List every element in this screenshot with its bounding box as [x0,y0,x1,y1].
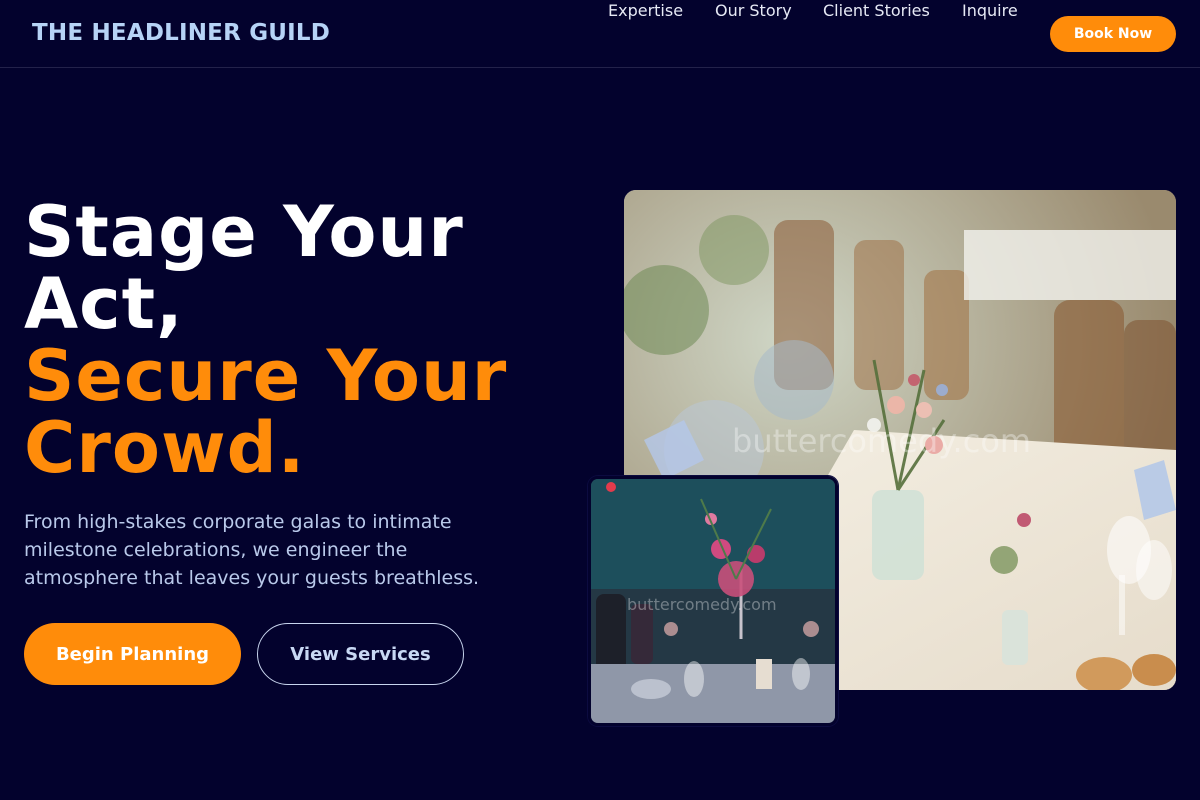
hero-title: Stage Your Act, Secure Your Crowd. [24,196,584,484]
nav-link-client-stories[interactable]: Client Stories [823,0,930,22]
view-services-button[interactable]: View Services [257,623,464,685]
nav-link-expertise[interactable]: Expertise [608,0,683,22]
site-header: THE HEADLINER GUILD Expertise Our Story … [0,0,1200,68]
page: THE HEADLINER GUILD Expertise Our Story … [0,0,1200,800]
hero-title-line-1: Stage Your [24,191,464,273]
hero-subtitle: From high-stakes corporate galas to inti… [24,511,480,589]
nav-link-inquire[interactable]: Inquire [962,0,1018,22]
evening-reception-photo: buttercomedy.com [588,476,838,726]
inset-photo-watermark: buttercomedy.com [627,595,777,614]
hero-title-line-3: Secure Your [24,335,508,417]
main-photo-watermark: buttercomedy.com [732,422,1032,460]
hero-title-line-2: Act, [24,263,184,345]
nav-link-our-story[interactable]: Our Story [715,0,792,22]
hero-title-line-4: Crowd. [24,407,306,489]
book-now-button[interactable]: Book Now [1050,16,1176,52]
begin-planning-button[interactable]: Begin Planning [24,623,241,685]
site-logo[interactable]: THE HEADLINER GUILD [32,19,330,47]
